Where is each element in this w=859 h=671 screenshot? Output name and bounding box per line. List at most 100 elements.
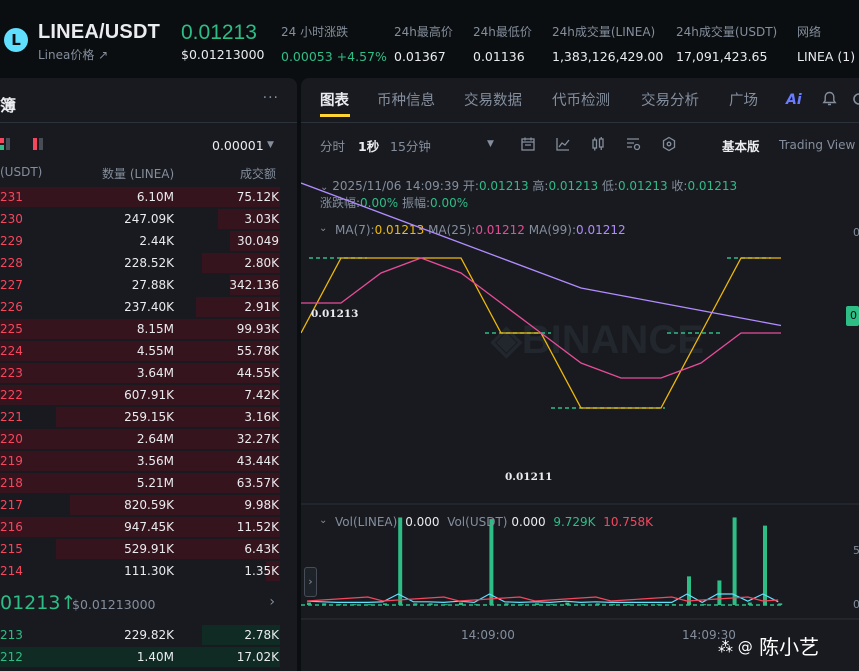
ask-row[interactable]: 231 6.10M 75.12K — [0, 186, 297, 208]
row-total: 3.03K — [244, 212, 279, 226]
basic-version-button[interactable]: 基本版 — [722, 136, 760, 155]
stat-24h-change: 24 小时涨跌 0.00053 +4.57% — [281, 23, 387, 64]
more-options-icon[interactable]: ··· — [263, 90, 279, 106]
tab-trading-data[interactable]: 交易数据 — [464, 89, 522, 110]
row-total: 342.136 — [229, 278, 279, 292]
row-total: 43.44K — [236, 454, 279, 468]
chart-scroll-handle[interactable]: › — [304, 567, 317, 597]
chevron-down-icon[interactable]: ▼ — [267, 140, 274, 150]
tab-square[interactable]: 广场 — [729, 89, 758, 110]
ask-row[interactable]: 219 3.56M 43.44K — [0, 450, 297, 472]
row-price: 226 — [0, 300, 23, 314]
row-total: 11.52K — [236, 520, 279, 534]
active-tab-underline — [320, 114, 350, 117]
book-view-both-icon[interactable] — [0, 138, 10, 150]
stat-value: 1,383,126,429.00 — [552, 49, 664, 64]
row-total: 55.78K — [236, 344, 279, 358]
coin-info-link[interactable]: Linea价格 ↗ — [38, 46, 108, 63]
candlestick-icon[interactable] — [590, 136, 606, 152]
ask-row[interactable]: 223 3.64M 44.55K — [0, 362, 297, 384]
price-chart[interactable]: ◈BINANCE — [301, 163, 859, 623]
stat-value: 0.00053 +4.57% — [281, 49, 387, 64]
row-total: 6.43K — [244, 542, 279, 556]
order-book-panel: 簿 ··· 0.00001 ▼ (USDT) 数量 (LINEA) 成交额 23… — [0, 78, 297, 671]
row-price: 217 — [0, 498, 23, 512]
ask-row[interactable]: 214 111.30K 1.35K — [0, 560, 297, 582]
row-price: 229 — [0, 234, 23, 248]
row-price: 225 — [0, 322, 23, 336]
stat-24h-high: 24h最高价 0.01367 — [394, 23, 453, 64]
x-tick: 14:09:00 — [461, 628, 515, 642]
y-tick: 0 — [853, 598, 859, 611]
collapse-chevron-icon[interactable]: ⌄ — [319, 515, 327, 526]
row-price: 212 — [0, 650, 23, 664]
bid-row[interactable]: 213 229.82K 2.78K — [0, 624, 297, 646]
row-qty: 2.44K — [139, 234, 174, 248]
stat-network[interactable]: 网络 LINEA (1) — [797, 23, 855, 64]
row-price: 222 — [0, 388, 23, 402]
row-total: 75.12K — [236, 190, 279, 204]
ask-row[interactable]: 220 2.64M 32.27K — [0, 428, 297, 450]
interval-1s[interactable]: 1秒 — [358, 136, 379, 155]
ask-row[interactable]: 224 4.55M 55.78K — [0, 340, 297, 362]
row-price: 227 — [0, 278, 23, 292]
ask-row[interactable]: 216 947.45K 11.52K — [0, 516, 297, 538]
bid-row[interactable]: 212 1.40M 17.02K — [0, 646, 297, 668]
order-book-title: 簿 — [0, 96, 17, 115]
book-view-asks-icon[interactable] — [33, 138, 43, 150]
y-tick: 5 — [853, 544, 859, 557]
interval-dropdown-icon[interactable]: ▼ — [487, 139, 494, 149]
bid-rows: 213 229.82K 2.78K 212 1.40M 17.02K — [0, 624, 297, 668]
stat-24h-low: 24h最低价 0.01136 — [473, 23, 532, 64]
row-total: 32.27K — [236, 432, 279, 446]
interval-15m[interactable]: 15分钟 — [390, 136, 431, 155]
ask-row[interactable]: 215 529.91K 6.43K — [0, 538, 297, 560]
ask-row[interactable]: 221 259.15K 3.16K — [0, 406, 297, 428]
ask-row[interactable]: 218 5.21M 63.57K — [0, 472, 297, 494]
settings-list-icon[interactable] — [625, 136, 641, 152]
ask-row[interactable]: 229 2.44K 30.049 — [0, 230, 297, 252]
interval-timeline[interactable]: 分时 — [320, 136, 345, 155]
ask-row[interactable]: 230 247.09K 3.03K — [0, 208, 297, 230]
depth-hex-icon[interactable] — [661, 136, 677, 152]
ask-row[interactable]: 226 237.40K 2.91K — [0, 296, 297, 318]
indicator-icon[interactable] — [555, 136, 571, 152]
volume-bar — [489, 519, 494, 605]
pair-title[interactable]: LINEA/USDT — [38, 21, 160, 44]
row-price: 230 — [0, 212, 23, 226]
row-qty: 237.40K — [124, 300, 174, 314]
row-price: 224 — [0, 344, 23, 358]
col-qty-header: 数量 (LINEA) — [102, 167, 175, 181]
calendar-icon[interactable] — [520, 136, 536, 152]
settings-icon[interactable] — [851, 91, 859, 107]
row-total: 44.55K — [236, 366, 279, 380]
row-qty: 1.40M — [136, 650, 174, 664]
bell-icon[interactable] — [822, 91, 837, 107]
ask-row[interactable]: 228 228.52K 2.80K — [0, 252, 297, 274]
ai-button[interactable]: Ai — [786, 92, 802, 108]
row-total: 30.049 — [237, 234, 279, 248]
ma99-line — [301, 182, 782, 327]
ask-row[interactable]: 225 8.15M 99.93K — [0, 318, 297, 340]
tab-token-check[interactable]: 代币检测 — [552, 89, 610, 110]
stat-value: 0.01136 — [473, 49, 525, 64]
volume-bar — [717, 580, 722, 605]
ask-row[interactable]: 217 820.59K 9.98K — [0, 494, 297, 516]
row-qty: 3.56M — [136, 454, 174, 468]
stat-label: 24h最高价 — [394, 25, 453, 39]
watermark-prefix: ⁂ @ — [718, 638, 753, 656]
ask-row[interactable]: 222 607.91K 7.42K — [0, 384, 297, 406]
tradingview-button[interactable]: Trading View — [779, 138, 855, 152]
precision-select[interactable]: 0.00001 — [212, 138, 264, 153]
tab-trade-analysis[interactable]: 交易分析 — [641, 89, 699, 110]
col-total-header: 成交额 — [240, 167, 277, 181]
tab-coin-info[interactable]: 币种信息 — [377, 89, 435, 110]
row-price: 215 — [0, 542, 23, 556]
row-total: 3.16K — [244, 410, 279, 424]
row-qty: 947.45K — [124, 520, 174, 534]
row-qty: 6.10M — [136, 190, 174, 204]
chevron-right-icon[interactable]: › — [269, 594, 275, 610]
tab-chart[interactable]: 图表 — [320, 89, 349, 110]
ask-row[interactable]: 227 27.88K 342.136 — [0, 274, 297, 296]
mid-price-row[interactable]: 01213↑ $0.01213000 › — [0, 590, 297, 618]
